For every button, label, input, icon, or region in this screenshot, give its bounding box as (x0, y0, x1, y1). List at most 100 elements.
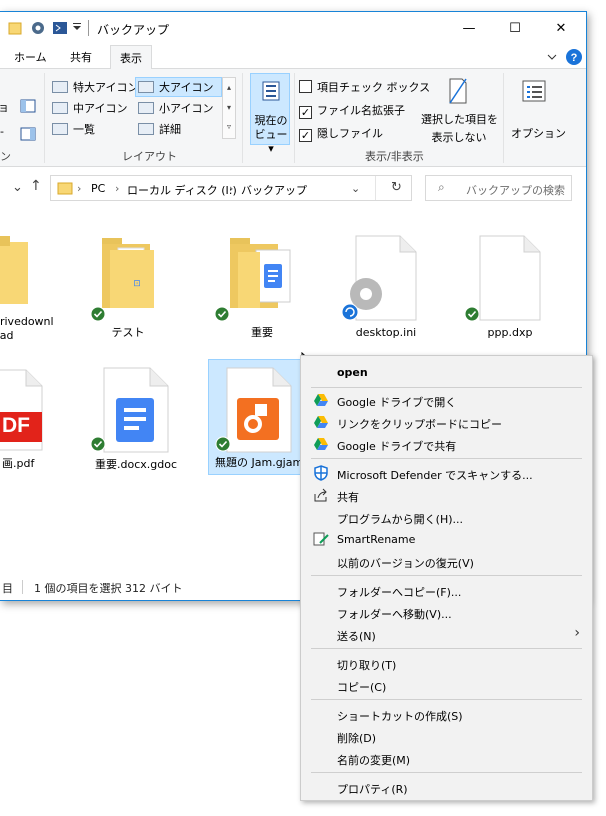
pane-icon[interactable] (20, 99, 36, 113)
menu-item-open-in-drive[interactable]: Google ドライブで開く (301, 389, 592, 411)
large-icons-icon (138, 81, 154, 93)
menu-item-restore-versions[interactable]: 以前のバージョンの復元(V) (301, 550, 592, 572)
menu-item-share[interactable]: 共有 (301, 484, 592, 506)
maximize-button[interactable]: ☐ (492, 12, 538, 44)
file-name: 重要.docx.gdoc (94, 458, 177, 471)
chevron-right-icon: › (574, 625, 580, 641)
menu-item-open-with[interactable]: プログラムから開く(H)... (301, 506, 592, 528)
menu-item-share-drive[interactable]: Google ドライブで共有 (301, 433, 592, 455)
file-item[interactable]: 重要 (212, 222, 312, 347)
svg-text:⊡: ⊡ (133, 279, 141, 289)
address-bar[interactable]: › PC › ローカル ディスク (I:) › バックアップ ⌄ ↻ (50, 175, 412, 201)
expand-icon[interactable]: ▿ (223, 118, 235, 136)
settings-file-icon (341, 235, 417, 321)
item-count: 目 (2, 582, 13, 595)
minimize-button[interactable]: — (446, 12, 492, 44)
smartrename-icon (313, 532, 329, 546)
layout-item-label: 特大アイコン (73, 81, 139, 94)
item-checkbox-toggle[interactable]: 項目チェック ボックス (299, 79, 430, 95)
refresh-icon[interactable]: ↻ (391, 180, 402, 195)
menu-item-copy-to-folder[interactable]: フォルダーへコピー(F)... (301, 579, 592, 601)
file-extension-toggle[interactable]: ✓ ファイル名拡張子 (299, 102, 405, 119)
layout-list[interactable]: 一覧 (52, 121, 95, 137)
current-view-button[interactable]: 現在の ビュー ▾ (250, 73, 290, 155)
address-dropdown-icon[interactable]: ⌄ (351, 182, 360, 195)
breadcrumb-chevron[interactable]: › (77, 182, 81, 195)
menu-item-open[interactable]: open (301, 361, 592, 383)
layout-item-label: 大アイコン (159, 81, 214, 94)
generic-file-icon (479, 235, 541, 321)
breadcrumb-drive[interactable]: ローカル ディスク (I:) (127, 182, 237, 198)
sync-status-icon (214, 306, 230, 322)
checkbox-checked[interactable]: ✓ (299, 129, 312, 142)
checkbox[interactable] (299, 80, 312, 93)
layout-extra-large-icons[interactable]: 特大アイコン (52, 79, 138, 95)
file-item[interactable]: desktop.ini (336, 222, 436, 347)
menu-item-smartrename[interactable]: SmartRename (301, 528, 592, 550)
menu-item-copy-link[interactable]: リンクをクリップボードにコピー (301, 411, 592, 433)
search-icon: ⌕ (438, 180, 445, 194)
details-icon (138, 123, 154, 135)
file-item[interactable]: ppp.dxp (460, 222, 560, 347)
up-arrow-icon[interactable]: ↑ (30, 178, 42, 194)
layout-large-icons[interactable]: 大アイコン (135, 77, 223, 97)
close-button[interactable]: ✕ (538, 12, 584, 44)
menu-item-rename[interactable]: 名前の変更(M) (301, 747, 592, 769)
list-icon (52, 123, 68, 135)
checkbox-checked[interactable]: ✓ (299, 106, 312, 119)
tab-home[interactable]: ホーム (14, 49, 47, 65)
chevron-down-icon[interactable]: ⌄ (12, 180, 23, 195)
context-menu: open Google ドライブで開く リンクをクリップボードにコピー Goog… (300, 355, 593, 801)
file-item-selected[interactable]: 無題の Jam.gjam (208, 359, 312, 475)
details-pane-icon[interactable] (20, 127, 36, 141)
layout-item-label: 詳細 (159, 123, 181, 136)
file-name: ppp.dxp (487, 326, 533, 339)
options-button[interactable]: オプション (511, 125, 566, 141)
tab-view[interactable]: 表示 (110, 45, 152, 70)
menu-separator (311, 575, 582, 576)
file-item[interactable]: 重要.docx.gdoc (86, 362, 186, 477)
layout-item-label: 一覧 (73, 123, 95, 136)
folder-icon (8, 22, 22, 35)
breadcrumb-folder[interactable]: バックアップ (241, 182, 307, 198)
file-item[interactable]: drivedownl oad (0, 222, 54, 347)
breadcrumb-chevron[interactable]: › (229, 182, 233, 195)
quick-access-dropdown-icon[interactable] (72, 20, 82, 36)
chevron-up-icon[interactable]: ▴ (223, 78, 235, 98)
menu-item-label: Microsoft Defender でスキャンする... (337, 469, 533, 482)
menu-item-delete[interactable]: 削除(D) (301, 725, 592, 747)
folder-icon (0, 236, 28, 304)
tab-share[interactable]: 共有 (70, 49, 92, 65)
menu-item-create-shortcut[interactable]: ショートカットの作成(S) (301, 703, 592, 725)
file-name: desktop.ini (355, 326, 417, 339)
ribbon: ョ - ン 特大アイコン 大アイコン 中アイコン 小アイコン 一覧 詳細 ▴ ▾… (0, 69, 586, 167)
sync-status-icon (215, 436, 231, 452)
menu-item-defender-scan[interactable]: Microsoft Defender でスキャンする... (301, 462, 592, 484)
menu-item-copy[interactable]: コピー(C) (301, 674, 592, 696)
breadcrumb-chevron[interactable]: › (115, 182, 119, 195)
search-input[interactable]: ⌕ バックアップの検索 (425, 175, 572, 201)
ribbon-separator (503, 73, 504, 163)
properties-icon[interactable] (30, 20, 46, 36)
layout-scroll[interactable]: ▴ ▾ ▿ (222, 77, 236, 139)
menu-item-send-to[interactable]: 送る(N) › (301, 623, 592, 645)
title-divider (88, 20, 89, 36)
menu-item-cut[interactable]: 切り取り(T) (301, 652, 592, 674)
search-placeholder: バックアップの検索 (466, 184, 565, 197)
layout-small-icons[interactable]: 小アイコン (138, 100, 213, 116)
menu-item-properties[interactable]: プロパティ(R) (301, 776, 592, 798)
hide-selected-button[interactable]: 選択した項目を 表示しない (421, 111, 498, 145)
chevron-down-icon[interactable] (547, 52, 557, 62)
file-item[interactable]: DF 画.pdf (0, 362, 60, 477)
menu-separator (311, 772, 582, 773)
menu-item-label: 送る(N) (337, 630, 376, 643)
chevron-down-icon[interactable]: ▾ (223, 98, 235, 118)
file-item[interactable]: ⊡ テスト (78, 222, 178, 347)
powershell-icon[interactable] (52, 20, 68, 36)
help-icon[interactable]: ? (566, 49, 582, 65)
hidden-files-toggle[interactable]: ✓ 隠しファイル (299, 125, 383, 142)
layout-details[interactable]: 詳細 (138, 121, 181, 137)
menu-item-move-to-folder[interactable]: フォルダーへ移動(V)... (301, 601, 592, 623)
layout-medium-icons[interactable]: 中アイコン (52, 100, 127, 116)
breadcrumb-pc[interactable]: PC (91, 182, 105, 195)
